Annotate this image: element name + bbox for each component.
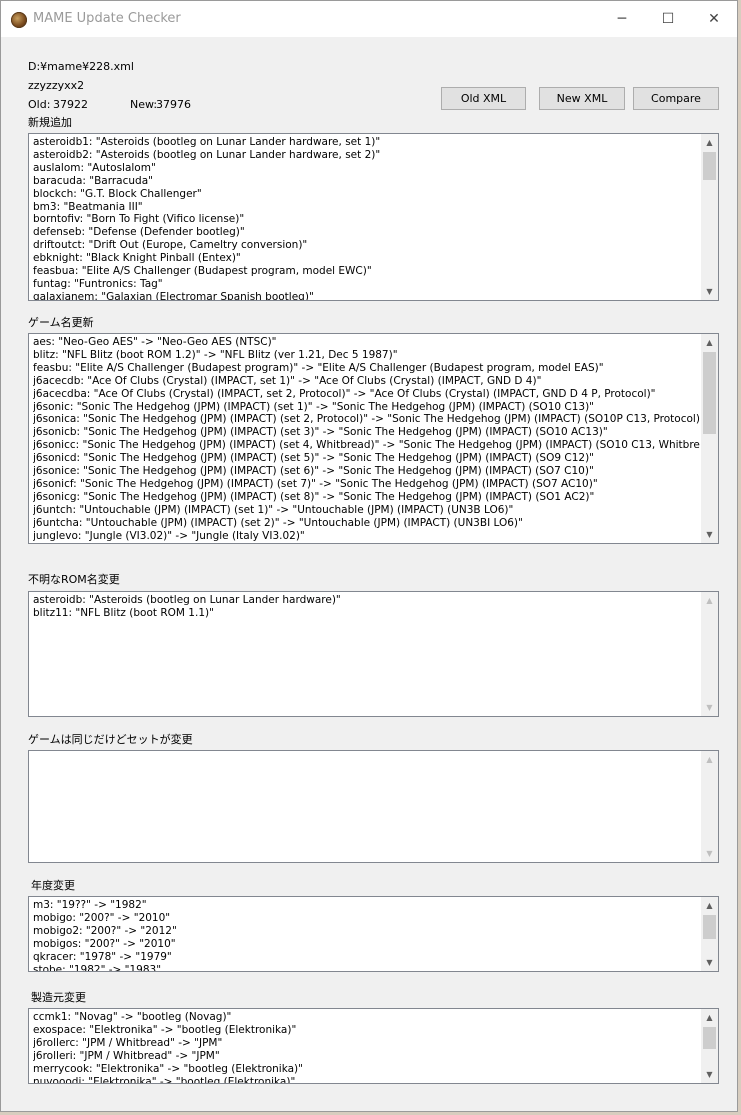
scroll-down-icon[interactable]: ▼ [701,283,718,300]
app-icon [11,12,27,28]
scroll-thumb[interactable] [703,1027,716,1049]
compare-button[interactable]: Compare [633,87,719,110]
name-updates-scrollbar[interactable]: ▲ ▼ [701,334,718,543]
maximize-button[interactable]: ☐ [645,1,691,37]
new-xml-button[interactable]: New XML [539,87,625,110]
unknown-rom-list[interactable]: asteroidb: "Asteroids (bootleg on Lunar … [28,591,719,717]
new-count-caption: New: [130,98,158,111]
scroll-up-icon[interactable]: ▲ [701,1009,718,1026]
name-updates-text: aes: "Neo-Geo AES" -> "Neo-Geo AES (NTSC… [33,336,700,542]
new-additions-list[interactable]: asteroidb1: "Asteroids (bootleg on Lunar… [28,133,719,301]
set-changes-list[interactable]: ▲ ▼ [28,750,719,863]
unknown-rom-label: 不明なROM名変更 [28,573,120,586]
unknown-rom-scrollbar[interactable]: ▲ ▼ [701,592,718,716]
scroll-thumb[interactable] [703,152,716,180]
year-changes-scrollbar[interactable]: ▲ ▼ [701,897,718,971]
scroll-up-icon[interactable]: ▲ [701,134,718,151]
old-xml-button[interactable]: Old XML [441,87,526,110]
scroll-up-icon[interactable]: ▲ [701,897,718,914]
set-changes-scrollbar[interactable]: ▲ ▼ [701,751,718,862]
scroll-thumb[interactable] [703,352,716,434]
new-additions-scrollbar[interactable]: ▲ ▼ [701,134,718,300]
unknown-rom-text: asteroidb: "Asteroids (bootleg on Lunar … [33,594,341,619]
year-changes-text: m3: "19??" -> "1982" mobigo: "200?" -> "… [33,899,177,971]
name-updates-label: ゲーム名更新 [28,316,94,329]
window-title: MAME Update Checker [33,11,181,26]
new-count-value: 37976 [156,98,191,111]
scroll-up-icon[interactable]: ▲ [701,751,718,768]
scroll-thumb[interactable] [703,915,716,939]
main-window: MAME Update Checker ─ ☐ ✕ D:¥mame¥228.xm… [0,0,738,1112]
maker-changes-text: ccmk1: "Novag" -> "bootleg (Novag)" exos… [33,1011,303,1083]
name-updates-list[interactable]: aes: "Neo-Geo AES" -> "Neo-Geo AES (NTSC… [28,333,719,544]
maker-changes-label: 製造元変更 [31,991,86,1004]
scroll-down-icon[interactable]: ▼ [701,954,718,971]
maker-changes-list[interactable]: ccmk1: "Novag" -> "bootleg (Novag)" exos… [28,1008,719,1084]
maker-changes-scrollbar[interactable]: ▲ ▼ [701,1009,718,1083]
new-additions-text: asteroidb1: "Asteroids (bootleg on Lunar… [33,136,381,300]
scroll-down-icon[interactable]: ▼ [701,1066,718,1083]
scroll-up-icon[interactable]: ▲ [701,334,718,351]
xml-path-label: D:¥mame¥228.xml [28,60,134,73]
year-changes-label: 年度変更 [31,879,75,892]
set-changes-label: ゲームは同じだけどセットが変更 [28,733,193,746]
minimize-button[interactable]: ─ [599,1,645,37]
set-changes-text [33,753,700,862]
close-button[interactable]: ✕ [691,1,737,37]
scroll-down-icon[interactable]: ▼ [701,526,718,543]
scroll-down-icon[interactable]: ▼ [701,699,718,716]
scroll-up-icon[interactable]: ▲ [701,592,718,609]
scroll-down-icon[interactable]: ▼ [701,845,718,862]
year-changes-list[interactable]: m3: "19??" -> "1982" mobigo: "200?" -> "… [28,896,719,972]
old-count-value: 37922 [53,98,88,111]
note-label: zzyzzyxx2 [28,79,85,92]
title-bar[interactable]: MAME Update Checker ─ ☐ ✕ [1,1,737,37]
new-additions-label: 新規追加 [28,116,72,129]
old-count-caption: Old: [28,98,51,111]
